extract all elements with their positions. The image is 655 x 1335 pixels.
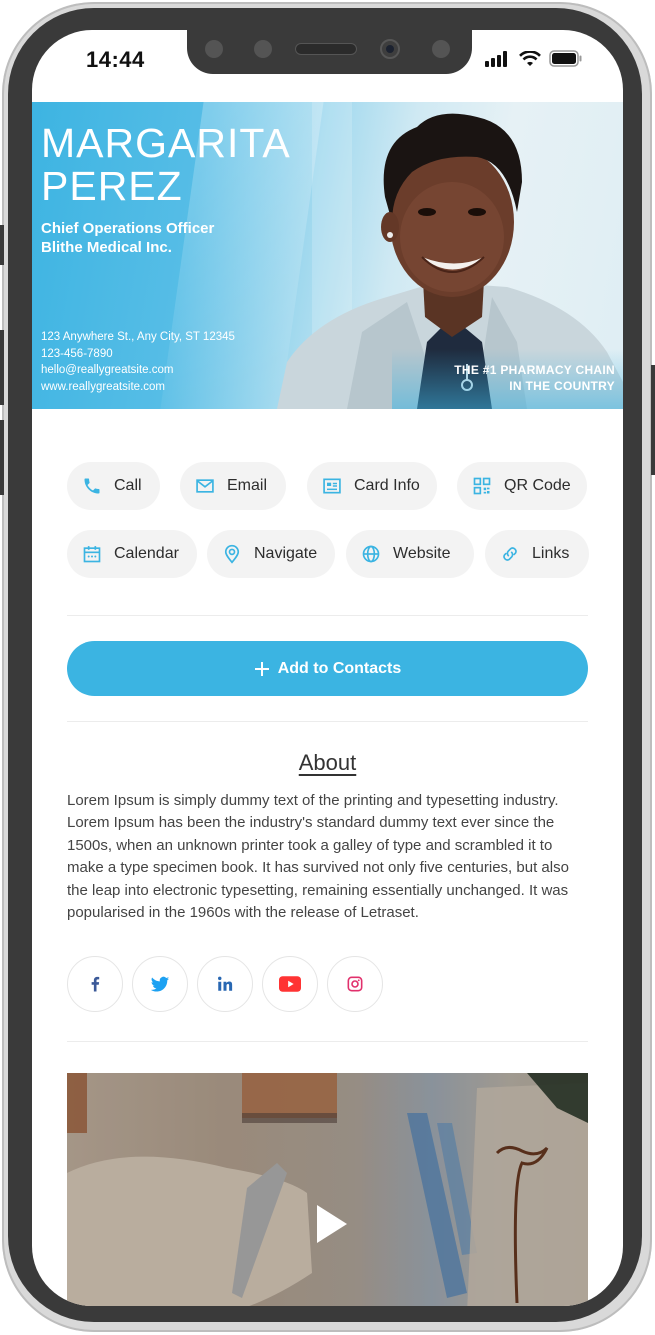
email-label: Email <box>227 477 268 494</box>
call-label: Call <box>114 477 142 494</box>
call-button[interactable]: Call <box>67 462 160 510</box>
cellular-signal-icon <box>485 50 507 67</box>
calendar-button[interactable]: Calendar <box>67 530 197 578</box>
profile-banner: MARGARITA PEREZ Chief Operations Officer… <box>32 102 623 409</box>
profile-contact-info: 123 Anywhere St., Any City, ST 12345 123… <box>41 329 235 395</box>
play-icon[interactable] <box>315 1203 349 1245</box>
phone-side-button <box>0 225 4 265</box>
envelope-icon <box>196 479 214 493</box>
about-heading: About <box>298 750 357 775</box>
about-text: Lorem Ipsum is simply dummy text of the … <box>67 792 569 922</box>
job-title: Chief Operations Officer <box>41 220 215 237</box>
instagram-link[interactable] <box>327 956 383 1012</box>
linkedin-icon <box>218 976 233 991</box>
card-info-button[interactable]: Card Info <box>307 462 437 510</box>
navigate-label: Navigate <box>254 545 318 562</box>
video-thumbnail <box>67 1073 588 1306</box>
screen: 14:44 MARGARITA PEREZ Chief Operations O… <box>32 30 623 1306</box>
calendar-icon <box>83 546 101 563</box>
video-player[interactable] <box>67 1073 588 1306</box>
youtube-link[interactable] <box>262 956 318 1012</box>
email-button[interactable]: Email <box>180 462 286 510</box>
phone-volume-down-button <box>0 420 4 495</box>
phone-volume-up-button <box>0 330 4 405</box>
link-icon <box>503 547 517 561</box>
instagram-icon <box>347 976 363 992</box>
card-info-label: Card Info <box>354 477 420 494</box>
phone-power-button <box>651 365 655 475</box>
profile-name: MARGARITA PEREZ <box>41 120 291 209</box>
status-icons <box>485 50 583 67</box>
website-url: www.reallygreatsite.com <box>41 380 165 393</box>
divider <box>67 615 588 616</box>
status-time: 14:44 <box>86 47 145 72</box>
notch <box>187 30 472 74</box>
id-card-icon <box>323 478 341 494</box>
divider <box>67 721 588 722</box>
plus-icon <box>254 661 269 676</box>
phone-number: 123-456-7890 <box>41 347 113 360</box>
website-button[interactable]: Website <box>346 530 474 578</box>
links-button[interactable]: Links <box>485 530 589 578</box>
linkedin-link[interactable] <box>197 956 253 1012</box>
globe-icon <box>362 545 380 563</box>
map-pin-icon <box>224 544 240 564</box>
twitter-link[interactable] <box>132 956 188 1012</box>
divider <box>67 1041 588 1042</box>
wifi-icon <box>519 50 541 66</box>
battery-icon <box>549 50 582 67</box>
profile-job: Chief Operations Officer Blithe Medical … <box>41 219 214 257</box>
twitter-icon <box>150 976 170 992</box>
company-name: Blithe Medical Inc. <box>41 239 172 256</box>
address: 123 Anywhere St., Any City, ST 12345 <box>41 331 235 343</box>
banner-tagline: THE #1 PHARMACY CHAIN IN THE COUNTRY <box>454 363 615 393</box>
website-label: Website <box>393 545 451 562</box>
calendar-label: Calendar <box>114 545 179 562</box>
phone-icon <box>84 478 100 494</box>
youtube-icon <box>279 976 301 992</box>
facebook-icon <box>91 976 100 992</box>
links-label: Links <box>532 545 570 562</box>
qr-code-icon <box>473 477 491 495</box>
facebook-link[interactable] <box>67 956 123 1012</box>
add-to-contacts-label: Add to Contacts <box>277 659 402 677</box>
navigate-button[interactable]: Navigate <box>207 530 335 578</box>
qr-code-button[interactable]: QR Code <box>457 462 587 510</box>
add-to-contacts-button[interactable]: Add to Contacts <box>67 641 588 696</box>
email-address: hello@reallygreatsite.com <box>41 364 174 376</box>
qr-code-label: QR Code <box>504 477 571 494</box>
